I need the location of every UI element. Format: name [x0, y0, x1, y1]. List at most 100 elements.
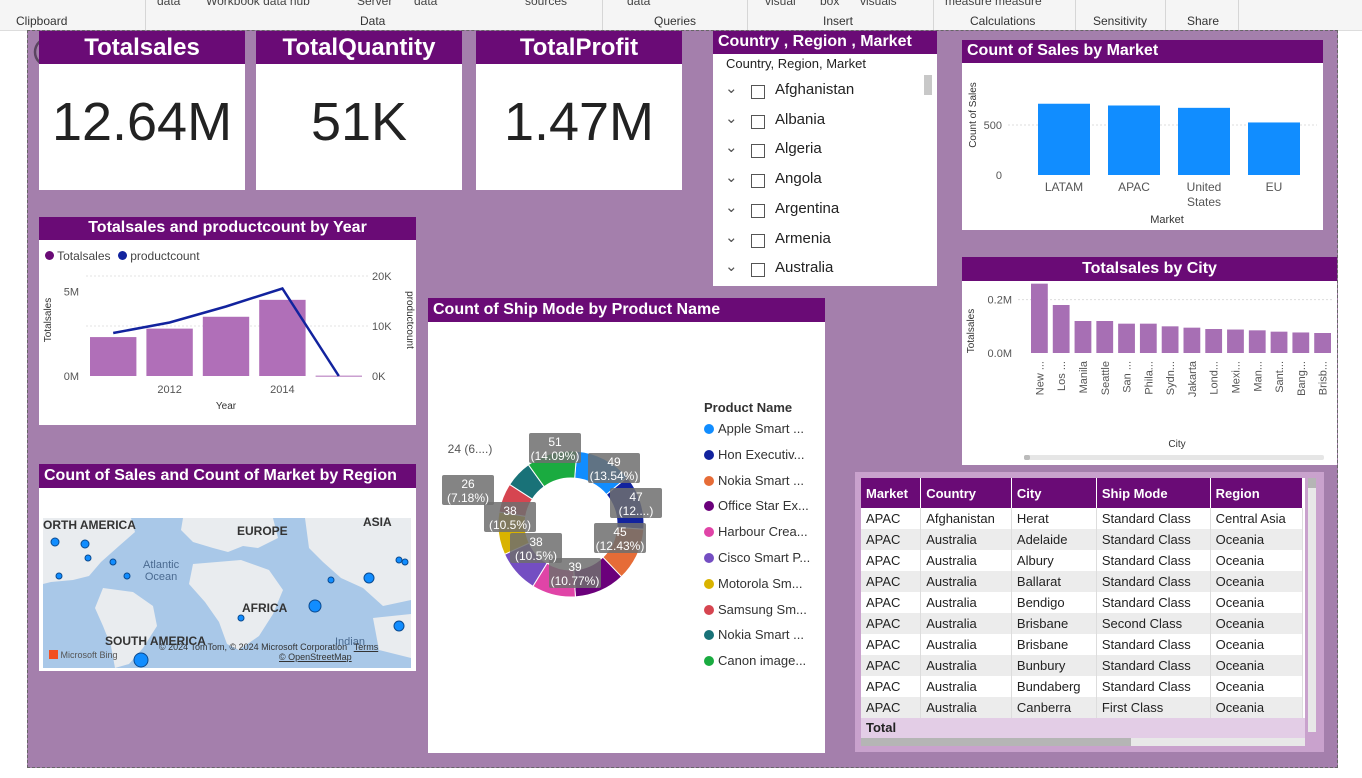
- table-cell: Ballarat: [1011, 571, 1097, 592]
- slicer-item[interactable]: ⌄ Angola: [713, 168, 913, 196]
- chevron-down-icon[interactable]: ⌄: [725, 228, 738, 246]
- slicer-item[interactable]: ⌄ Armenia: [713, 228, 913, 256]
- market-bar-svg: Count of Sales 0 500 LATAM APAC UnitedStates E…: [968, 82, 1317, 226]
- ribbon-item[interactable]: visual: [765, 0, 796, 8]
- checkbox[interactable]: [751, 114, 765, 129]
- country-region-market-slicer[interactable]: Country , Region , Market Country, Regio…: [713, 31, 937, 286]
- data-label-value: 49: [607, 455, 621, 469]
- table-row[interactable]: APAC Australia Bendigo Standard Class Oceani…: [861, 592, 1304, 613]
- table-row[interactable]: APAC Afghanistan Herat Standard Class Centra…: [861, 508, 1304, 529]
- slicer-item[interactable]: ⌄ Afghanistan: [713, 79, 913, 107]
- table-row[interactable]: APAC Australia Ballarat Standard Class Ocean…: [861, 571, 1304, 592]
- legend-item[interactable]: Cisco Smart P...: [704, 550, 810, 565]
- ribbon-group-sensitivity: Sensitivity: [1093, 14, 1148, 28]
- scrollbar-thumb[interactable]: [1308, 478, 1316, 488]
- table-row[interactable]: APAC Australia Canberra First Class Oceania: [861, 697, 1304, 718]
- table-row[interactable]: APAC Australia Bundaberg Standard Class Ocea…: [861, 676, 1304, 697]
- legend-item[interactable]: Nokia Smart ...: [704, 473, 804, 488]
- table-cell: Bunbury: [1011, 655, 1097, 676]
- slicer-item[interactable]: ⌄ Algeria: [713, 138, 913, 166]
- market-country-table[interactable]: Market Country City Ship Mode Region APAC Afg…: [855, 472, 1324, 752]
- table-body: APAC Afghanistan Herat Standard Class Centra…: [861, 508, 1304, 718]
- legend-item[interactable]: Office Star Ex...: [704, 498, 809, 513]
- checkbox[interactable]: [751, 203, 765, 218]
- osm-link[interactable]: © OpenStreetMap: [279, 652, 352, 662]
- ship-mode-by-product-chart[interactable]: Count of Ship Mode by Product Name 51 (14…: [428, 298, 825, 753]
- data-label-pct: (13.54%): [590, 469, 639, 483]
- x-tick-label: Manila: [1078, 360, 1090, 393]
- totalsales-by-city-chart[interactable]: Totalsales by City Totalsales 0.0M 0.2M New…: [962, 257, 1337, 465]
- legend-item[interactable]: Samsung Sm...: [704, 602, 807, 617]
- column-header[interactable]: Region: [1210, 478, 1304, 508]
- table-row[interactable]: APAC Australia Albury Standard Class Oceania: [861, 550, 1304, 571]
- table-vertical-scrollbar[interactable]: [1308, 478, 1316, 732]
- table-cell: Oceania: [1210, 592, 1304, 613]
- ribbon-item[interactable]: data: [157, 0, 180, 8]
- chevron-down-icon[interactable]: ⌄: [725, 109, 738, 127]
- table-cell: Central Asia: [1210, 508, 1304, 529]
- ribbon-item[interactable]: data: [627, 0, 650, 8]
- ribbon-item[interactable]: data: [414, 0, 437, 8]
- ribbon-item[interactable]: visuals: [860, 0, 897, 8]
- legend-item[interactable]: Apple Smart ...: [704, 421, 804, 436]
- checkbox[interactable]: [751, 144, 765, 159]
- ribbon-item[interactable]: measure measure: [945, 0, 1042, 8]
- x-tick-label: 2014: [270, 384, 294, 396]
- bing-label: Microsoft Bing: [60, 650, 118, 660]
- kpi-card-totalprofit[interactable]: TotalProfit 1.47M: [476, 31, 682, 190]
- chart-title: Count of Ship Mode by Product Name: [428, 298, 825, 322]
- checkbox[interactable]: [751, 85, 765, 99]
- column-header[interactable]: Ship Mode: [1096, 478, 1211, 508]
- chevron-down-icon[interactable]: ⌄: [725, 257, 738, 275]
- chevron-down-icon[interactable]: ⌄: [725, 79, 738, 97]
- legend-item[interactable]: Harbour Crea...: [704, 524, 808, 539]
- column-header[interactable]: Country: [920, 478, 1012, 508]
- table-row[interactable]: APAC Australia Bunbury Standard Class Oceani…: [861, 655, 1304, 676]
- kpi-card-totalsales[interactable]: Totalsales 12.64M: [39, 31, 245, 190]
- chevron-down-icon[interactable]: ⌄: [725, 198, 738, 216]
- table-row[interactable]: APAC Australia Adelaide Standard Class Ocean…: [861, 529, 1304, 550]
- ribbon-item[interactable]: Server: [357, 0, 392, 8]
- slicer-item[interactable]: ⌄ Argentina: [713, 198, 913, 226]
- ribbon-item[interactable]: box: [820, 0, 839, 8]
- x-tick-label: San ...: [1122, 361, 1134, 393]
- legend-item[interactable]: Motorola Sm...: [704, 576, 803, 591]
- checkbox[interactable]: [751, 174, 765, 189]
- chevron-down-icon[interactable]: ⌄: [725, 138, 738, 156]
- checkbox[interactable]: [751, 263, 765, 278]
- legend-label: Hon Executiv...: [718, 446, 805, 462]
- slicer-item[interactable]: ⌄ Albania: [713, 109, 913, 137]
- count-sales-by-market-chart[interactable]: Count of Sales by Market Count of Sales 0…: [962, 40, 1323, 230]
- table-horizontal-scrollbar[interactable]: [861, 738, 1305, 746]
- map-terms-link[interactable]: Terms: [354, 642, 379, 652]
- column-header[interactable]: City: [1011, 478, 1097, 508]
- city-bar: [1096, 321, 1114, 353]
- legend-dot: [704, 424, 714, 434]
- checkbox[interactable]: [751, 233, 765, 248]
- table-cell: APAC: [861, 613, 922, 634]
- table-row[interactable]: APAC Australia Brisbane Second Class Oceania: [861, 613, 1304, 634]
- chevron-down-icon[interactable]: ⌄: [725, 168, 738, 186]
- city-bar: [1270, 331, 1288, 353]
- table-row[interactable]: APAC Australia Brisbane Standard Class Ocean…: [861, 634, 1304, 655]
- column-header[interactable]: Market: [861, 478, 922, 508]
- legend-item[interactable]: Canon image...: [704, 653, 806, 668]
- y2-tick-label: 0K: [372, 371, 386, 383]
- legend-dot: [704, 449, 714, 460]
- table-cell: Oceania: [1210, 613, 1304, 634]
- x-tick-label: Los ...: [1056, 361, 1068, 391]
- sales-market-by-region-map[interactable]: Count of Sales and Count of Market by Re…: [39, 464, 416, 671]
- scrollbar-thumb[interactable]: [861, 738, 1131, 746]
- sales-productcount-by-year-chart[interactable]: Totalsales and productcount by Year Tota…: [39, 217, 416, 425]
- legend-item[interactable]: Hon Executiv...: [704, 447, 804, 462]
- data-label: 38(10.5%): [510, 533, 562, 563]
- scrollbar-thumb: [1024, 455, 1030, 460]
- legend-item[interactable]: Nokia Smart ...: [704, 627, 804, 642]
- kpi-card-totalquantity[interactable]: TotalQuantity 51K: [256, 31, 462, 190]
- sales-bar: [90, 337, 137, 376]
- ribbon-item[interactable]: Workbook data hub: [206, 0, 310, 8]
- slicer-item[interactable]: ⌄ Australia: [713, 257, 913, 285]
- ribbon-item[interactable]: sources: [525, 0, 567, 8]
- y-tick-label: 0: [996, 170, 1002, 182]
- slicer-scrollbar[interactable]: [924, 75, 932, 95]
